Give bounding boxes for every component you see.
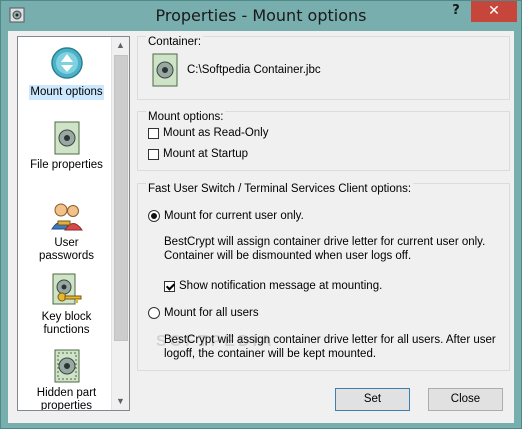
checkbox-box[interactable] [164,280,175,292]
properties-window: Properties - Mount options ? ✕ Mount opt… [0,0,522,429]
container-file-icon [152,53,178,87]
sidebar-item-label: Hidden part properties [36,387,97,411]
scroll-thumb[interactable] [114,55,128,341]
sidebar-item-label: User passwords [39,237,94,262]
startup-label: Mount at Startup [163,148,249,160]
container-path: C:\Softpedia Container.jbc [187,64,321,76]
current-user-description: BestCrypt will assign container drive le… [164,235,485,263]
key-block-icon [52,273,81,305]
mount-options-icon [50,47,83,79]
help-button[interactable]: ? [443,1,469,22]
mount-options-group: Mount options: Mount as Read-Only Mount … [137,111,510,171]
checkbox-box[interactable] [148,127,159,139]
title-bar[interactable]: Properties - Mount options ? ✕ [1,1,521,31]
hidden-part-icon [54,349,79,383]
user-passwords-icon [50,203,83,231]
scroll-down-icon[interactable]: ▼ [112,393,129,410]
close-button[interactable]: Close [428,388,503,411]
notification-checkbox[interactable]: Show notification message at mounting. [164,280,382,292]
mount-options-heading: Mount options: [146,111,226,123]
sidebar-item-key-block-functions[interactable]: Key block functions [19,273,114,337]
radio-button[interactable] [148,307,160,319]
close-window-button[interactable]: ✕ [471,1,517,22]
startup-checkbox[interactable]: Mount at Startup [148,148,248,160]
all-users-label: Mount for all users [164,307,259,319]
sidebar-item-hidden-part-properties[interactable]: Hidden part properties [19,349,114,411]
description-line: Container will be dismounted when user l… [164,250,412,262]
sidebar-item-label: File properties [30,159,103,171]
scroll-up-icon[interactable]: ▲ [112,37,129,54]
fast-user-heading: Fast User Switch / Terminal Services Cli… [146,183,414,195]
sidebar-item-label: Key block functions [41,311,92,336]
sidebar-item-label: Mount options [29,85,104,100]
sidebar-item-user-passwords[interactable]: User passwords [19,199,114,263]
softpedia-watermark: SOFTPEDIA [156,333,275,350]
set-button[interactable]: Set [335,388,410,411]
all-users-radio[interactable]: Mount for all users [148,307,259,319]
read-only-checkbox[interactable]: Mount as Read-Only [148,127,268,139]
sidebar: Mount options File properties User passw… [17,36,130,411]
checkbox-box[interactable] [148,148,159,160]
file-properties-icon [54,121,79,155]
notification-label: Show notification message at mounting. [179,280,383,292]
current-user-radio[interactable]: Mount for current user only. [148,210,304,222]
container-group: Container: C:\Softpedia Container.jbc [137,36,510,100]
description-line: BestCrypt will assign container drive le… [164,236,486,248]
read-only-label: Mount as Read-Only [163,127,269,139]
sidebar-item-file-properties[interactable]: File properties [19,121,114,172]
sidebar-item-mount-options[interactable]: Mount options [19,46,114,100]
radio-button[interactable] [148,210,160,222]
container-heading: Container: [146,36,204,48]
sidebar-scrollbar[interactable]: ▲ ▼ [111,37,129,410]
dialog-body: Mount options File properties User passw… [8,31,514,423]
current-user-label: Mount for current user only. [164,210,304,222]
